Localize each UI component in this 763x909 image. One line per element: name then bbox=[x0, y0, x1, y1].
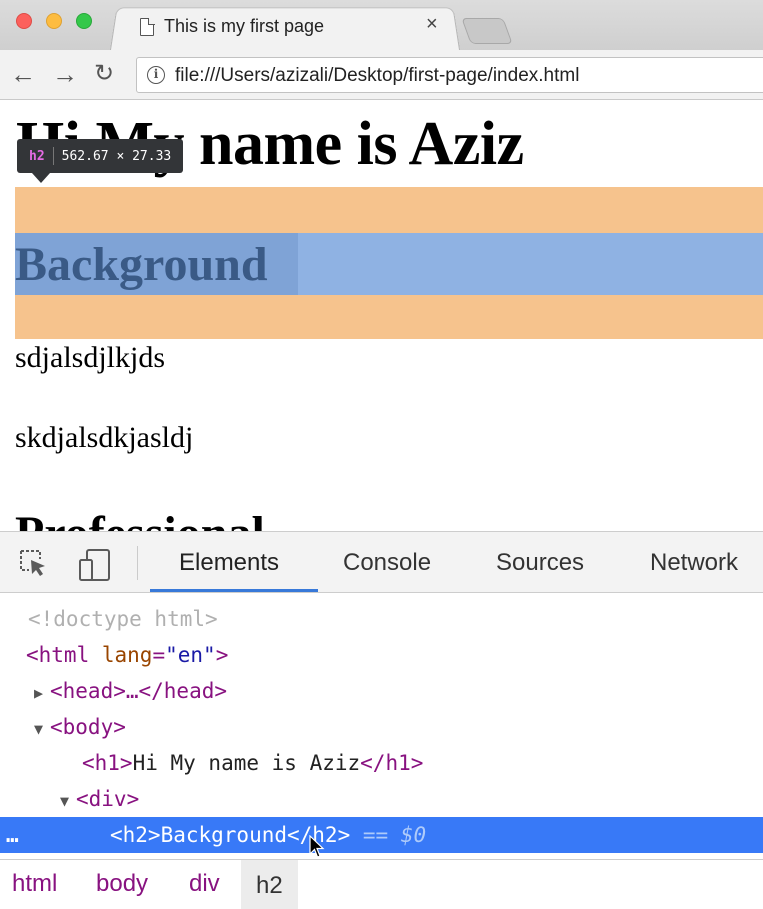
tab-console[interactable]: Console bbox=[343, 549, 431, 577]
url-text[interactable]: file:///Users/azizali/Desktop/first-page… bbox=[175, 65, 579, 87]
body-tag: <body> bbox=[50, 715, 126, 739]
address-bar[interactable]: i file:///Users/azizali/Desktop/first-pa… bbox=[136, 57, 763, 93]
devtools-toolbar: Elements Console Sources Network bbox=[0, 532, 763, 593]
close-window-button[interactable] bbox=[16, 13, 32, 29]
tooltip-tag: h2 bbox=[29, 148, 45, 164]
doctype-text: <!doctype html> bbox=[28, 607, 218, 631]
devtools-panel: Elements Console Sources Network <!docty… bbox=[0, 531, 763, 909]
reload-icon[interactable]: ↻ bbox=[94, 62, 114, 86]
tooltip-divider bbox=[52, 147, 54, 165]
html-close-bracket: > bbox=[215, 643, 229, 667]
h1-open-tag: <h1> bbox=[82, 751, 133, 775]
tooltip-size: 562.67 × 27.33 bbox=[61, 148, 172, 164]
expand-triangle-icon[interactable]: ▶ bbox=[34, 675, 50, 711]
breadcrumb-html[interactable]: html bbox=[12, 870, 57, 898]
tab-close-icon[interactable]: × bbox=[426, 14, 438, 34]
page-heading-h2-next: Professional bbox=[15, 506, 265, 531]
breadcrumb-div[interactable]: div bbox=[189, 870, 220, 898]
tab-network[interactable]: Network bbox=[650, 549, 738, 577]
forward-icon[interactable]: → bbox=[52, 61, 78, 87]
browser-tab-bar: This is my first page × bbox=[0, 0, 763, 50]
selected-marker: == $0 bbox=[362, 823, 427, 847]
minimize-window-button[interactable] bbox=[46, 13, 62, 29]
html-attr-eq: = bbox=[152, 643, 166, 667]
breadcrumb-body[interactable]: body bbox=[96, 870, 148, 898]
dom-node-head[interactable]: ▶ <head>…</head> bbox=[0, 673, 763, 709]
dom-node-h2-selected[interactable]: … <h2>Background</h2> == $0 bbox=[0, 817, 763, 853]
info-icon[interactable]: i bbox=[147, 66, 165, 84]
browser-toolbar: ← → ↻ i file:///Users/azizali/Desktop/fi… bbox=[0, 50, 763, 100]
page-heading-h2: Background bbox=[15, 238, 268, 291]
dom-node-div[interactable]: ▼ <div> bbox=[0, 781, 763, 817]
back-icon[interactable]: ← bbox=[10, 61, 36, 87]
h1-close-tag: </h1> bbox=[360, 751, 424, 775]
dom-node-h1[interactable]: <h1>Hi My name is Aziz</h1> bbox=[0, 745, 763, 781]
new-tab-button[interactable] bbox=[461, 18, 513, 44]
dom-node-doctype[interactable]: <!doctype html> bbox=[0, 601, 763, 637]
page-icon bbox=[140, 17, 155, 36]
dom-node-body[interactable]: ▼ <body> bbox=[0, 709, 763, 745]
paragraph: skdjalsdkjasldj bbox=[15, 421, 194, 454]
tab-sources[interactable]: Sources bbox=[496, 549, 584, 577]
div-tag: <div> bbox=[76, 787, 140, 811]
collapse-triangle-icon[interactable]: ▼ bbox=[34, 711, 50, 747]
device-toolbar-icon[interactable] bbox=[78, 548, 112, 582]
head-tag: <head>…</head> bbox=[50, 679, 228, 703]
html-attr-name: lang bbox=[101, 643, 153, 667]
tab-elements[interactable]: Elements bbox=[179, 549, 279, 577]
tooltip-arrow bbox=[32, 173, 50, 183]
inspect-tooltip: h2 562.67 × 27.33 bbox=[17, 139, 184, 173]
inspect-element-icon[interactable] bbox=[18, 548, 48, 578]
h1-text: Hi My name is Aziz bbox=[132, 751, 361, 775]
paragraph: sdjalsdjlkjds bbox=[15, 341, 166, 374]
mouse-cursor-icon bbox=[309, 835, 325, 858]
tab-title: This is my first page bbox=[164, 16, 325, 36]
dom-tree: <!doctype html> <html lang="en"> ▶ <head>… bbox=[0, 593, 763, 853]
breadcrumb-h2[interactable]: h2 bbox=[241, 860, 298, 909]
breadcrumb: html body div h2 bbox=[0, 859, 763, 909]
zoom-window-button[interactable] bbox=[76, 13, 92, 29]
html-attr-value: "en" bbox=[165, 643, 216, 667]
dom-node-html[interactable]: <html lang="en"> bbox=[0, 637, 763, 673]
html-open-tag: <html bbox=[26, 643, 90, 667]
page-viewport: Hi My name is Aziz Background sdjalsdjlk… bbox=[0, 101, 763, 531]
more-options-icon[interactable]: … bbox=[6, 817, 19, 853]
active-tab-indicator bbox=[150, 589, 318, 592]
toolbar-divider bbox=[137, 546, 138, 580]
browser-tab[interactable]: This is my first page × bbox=[130, 5, 460, 50]
collapse-triangle-icon[interactable]: ▼ bbox=[60, 783, 76, 819]
